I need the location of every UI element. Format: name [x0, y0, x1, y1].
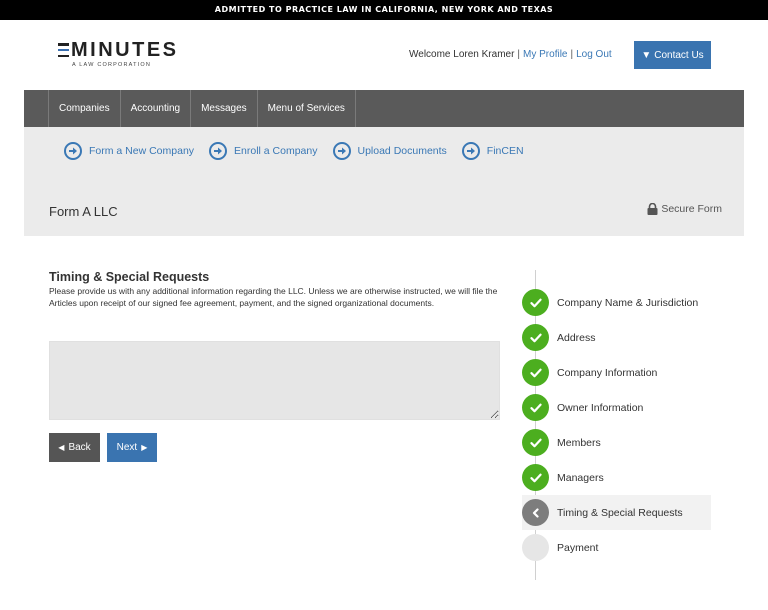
separator: |	[570, 49, 574, 60]
triangle-right-icon: ▶	[141, 443, 148, 452]
chevron-left-icon	[522, 499, 549, 526]
step-company-information[interactable]: Company Information	[522, 355, 711, 390]
caret-down-icon: ▼	[641, 49, 652, 61]
step-owner-information[interactable]: Owner Information	[522, 390, 711, 425]
nav-item-messages[interactable]: Messages	[191, 90, 258, 127]
nav-item-menu-of-services[interactable]: Menu of Services	[258, 90, 356, 127]
back-button[interactable]: ◀ Back	[49, 433, 100, 462]
contact-us-button[interactable]: ▼ Contact Us	[634, 41, 711, 69]
back-label: Back	[68, 442, 91, 453]
lock-icon	[647, 203, 658, 215]
nav-spacer	[24, 90, 49, 127]
arrow-right-circle-icon	[209, 142, 228, 160]
step-label: Payment	[557, 541, 599, 554]
quick-link-form-new-company[interactable]: Form a New Company	[64, 142, 194, 160]
quick-link-label: Enroll a Company	[234, 145, 318, 157]
next-button[interactable]: Next ▶	[107, 433, 157, 462]
step-label: Address	[557, 331, 596, 344]
step-label: Company Name & Jurisdiction	[557, 296, 699, 309]
step-company-name-jurisdiction[interactable]: Company Name & Jurisdiction	[522, 285, 711, 320]
logo-tagline: A LAW CORPORATION	[72, 62, 152, 68]
step-members[interactable]: Members	[522, 425, 711, 460]
step-label: Owner Information	[557, 401, 644, 414]
practice-banner: ADMITTED TO PRACTICE LAW IN CALIFORNIA, …	[0, 0, 768, 20]
eminutes-logo[interactable]: MINUTES A LAW CORPORATION	[58, 40, 188, 68]
step-label: Members	[557, 436, 601, 449]
page-header-panel: Form a New Company Enroll a Company Uplo…	[24, 127, 744, 236]
checkmark-icon	[522, 324, 549, 351]
separator: |	[517, 49, 521, 60]
quick-links: Form a New Company Enroll a Company Uplo…	[64, 142, 524, 160]
quick-link-upload-documents[interactable]: Upload Documents	[332, 142, 447, 160]
contact-us-label: Contact Us	[654, 49, 704, 61]
main-nav: Companies Accounting Messages Menu of Se…	[24, 90, 744, 127]
nav-item-companies[interactable]: Companies	[49, 90, 121, 127]
step-label: Managers	[557, 471, 604, 484]
logo-e-icon	[58, 43, 69, 57]
welcome-text: Welcome Loren Kramer	[409, 49, 515, 60]
triangle-left-icon: ◀	[58, 443, 65, 452]
step-payment: Payment	[522, 530, 711, 565]
user-welcome: Welcome Loren Kramer | My Profile | Log Out	[409, 49, 612, 60]
nav-item-accounting[interactable]: Accounting	[121, 90, 192, 127]
step-address[interactable]: Address	[522, 320, 711, 355]
quick-link-fincen[interactable]: FinCEN	[461, 142, 524, 160]
secure-form-badge: Secure Form	[647, 203, 722, 215]
step-label: Company Information	[557, 366, 658, 379]
quick-link-label: Form a New Company	[89, 145, 195, 157]
quick-link-label: FinCEN	[486, 145, 524, 157]
page-title: Form A LLC	[49, 204, 118, 219]
arrow-right-circle-icon	[461, 142, 480, 160]
special-requests-textarea[interactable]	[49, 341, 500, 420]
step-label: Timing & Special Requests	[557, 506, 683, 519]
checkmark-icon	[522, 394, 549, 421]
pending-circle-icon	[522, 534, 549, 561]
section-description: Please provide us with any additional in…	[49, 286, 498, 308]
arrow-right-circle-icon	[64, 142, 82, 160]
arrow-right-circle-icon	[332, 142, 351, 160]
quick-link-enroll-company[interactable]: Enroll a Company	[209, 142, 318, 160]
section-title: Timing & Special Requests	[49, 270, 210, 284]
logo-name: MINUTES	[71, 39, 179, 61]
secure-form-label: Secure Form	[661, 203, 722, 215]
step-timing-special-requests[interactable]: Timing & Special Requests	[522, 495, 711, 530]
checkmark-icon	[522, 289, 549, 316]
quick-link-label: Upload Documents	[357, 145, 447, 157]
step-managers[interactable]: Managers	[522, 460, 711, 495]
next-label: Next	[116, 442, 138, 453]
checkmark-icon	[522, 464, 549, 491]
my-profile-link[interactable]: My Profile	[523, 49, 567, 60]
progress-steps: Company Name & Jurisdiction Address Comp…	[522, 285, 711, 565]
checkmark-icon	[522, 429, 549, 456]
log-out-link[interactable]: Log Out	[576, 49, 612, 60]
checkmark-icon	[522, 359, 549, 386]
